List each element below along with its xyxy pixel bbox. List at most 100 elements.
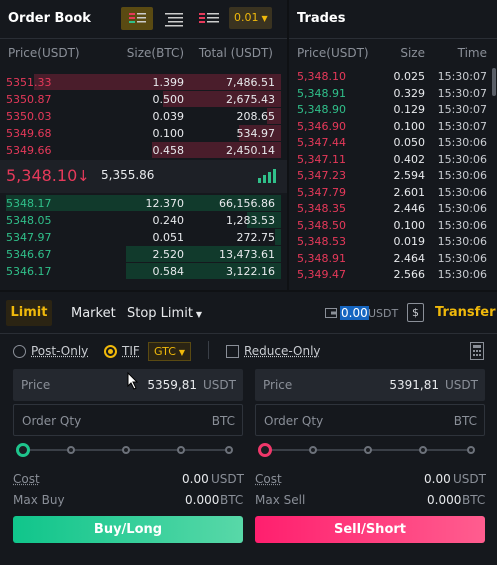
trade-size: 0.025 — [393, 70, 426, 83]
ask-row[interactable]: 5350.87 0.500 2,675.43 — [0, 91, 287, 108]
buy-price-unit: USDT — [203, 378, 236, 392]
book-both-icon — [129, 13, 146, 23]
sell-price-value: 5391,81 — [389, 378, 439, 392]
view-asks-button[interactable] — [195, 7, 225, 30]
view-both-button[interactable] — [121, 7, 153, 30]
slider-mark — [67, 446, 75, 454]
available-balance: 0.00 — [340, 306, 369, 320]
calculator-icon[interactable] — [470, 342, 484, 360]
row-total: 1,283.53 — [226, 214, 275, 227]
tif-select[interactable]: GTC ▼ — [148, 342, 191, 361]
row-total: 534.97 — [236, 127, 276, 140]
trade-row: 5,347.11 0.402 15:30:06 — [289, 152, 497, 168]
max-buy-unit: BTC — [220, 493, 244, 507]
sell-slider-handle[interactable] — [258, 443, 272, 457]
trade-time: 15:30:07 — [437, 86, 487, 100]
max-buy-label: Max Buy — [13, 493, 65, 507]
buy-long-button[interactable]: Buy/Long — [13, 516, 243, 543]
buy-price-value: 5359,81 — [147, 378, 197, 392]
max-buy-value: 0.000 — [185, 493, 220, 507]
slider-mark — [122, 446, 130, 454]
buy-slider-handle[interactable] — [16, 443, 30, 457]
buy-cost-value: 0.00 — [182, 472, 209, 486]
slider-mark — [467, 446, 475, 454]
trade-size: 2.464 — [393, 251, 426, 265]
ask-row[interactable]: 5349.66 0.458 2,450.14 — [0, 142, 287, 159]
order-form: Limit Market Stop Limit ▼ 0.00 USDT $ Tra… — [0, 292, 497, 565]
row-total: 7,486.51 — [226, 76, 275, 89]
buy-qty-label: Order Qty — [22, 414, 82, 428]
ask-row[interactable]: 5351.33 1.399 7,486.51 — [0, 74, 287, 91]
sell-short-button[interactable]: Sell/Short — [255, 516, 485, 543]
bid-row[interactable]: 5347.97 0.051 272.75 — [0, 229, 287, 246]
sell-slider[interactable] — [258, 443, 475, 457]
row-price: 5346.67 — [6, 248, 52, 261]
caret-down-icon: ▼ — [195, 310, 203, 319]
tab-limit[interactable]: Limit — [6, 300, 52, 326]
tab-stop-limit[interactable]: Stop Limit ▼ — [127, 306, 202, 321]
buy-cost-label: Cost — [13, 472, 40, 486]
col-size: Size — [400, 46, 425, 60]
reduce-only-label[interactable]: Reduce-Only — [244, 344, 321, 358]
tif-radio[interactable] — [104, 345, 117, 358]
bid-row[interactable]: 5346.67 2.520 13,473.61 — [0, 246, 287, 263]
bid-row[interactable]: 5348.05 0.240 1,283.53 — [0, 212, 287, 229]
bid-row[interactable]: 5348.17 12.370 66,156.86 — [0, 195, 287, 212]
row-total: 2,450.14 — [226, 144, 275, 157]
row-size: 0.240 — [152, 214, 185, 227]
trade-price: 5,346.90 — [297, 119, 346, 133]
row-price: 5348.05 — [6, 214, 52, 227]
tab-market[interactable]: Market — [71, 306, 116, 321]
scrollbar[interactable] — [492, 68, 496, 96]
row-total: 208.65 — [236, 110, 276, 123]
trade-price: 5,348.91 — [297, 86, 346, 100]
view-bids-button[interactable] — [159, 7, 189, 30]
ask-row[interactable]: 5350.03 0.039 208.65 — [0, 108, 287, 125]
row-size: 0.051 — [152, 231, 185, 244]
trade-size: 0.329 — [393, 86, 426, 100]
trade-price: 5,347.44 — [297, 136, 346, 149]
row-size: 0.458 — [152, 144, 185, 157]
buy-slider[interactable] — [16, 443, 233, 457]
ask-row[interactable]: 5349.68 0.100 534.97 — [0, 125, 287, 142]
trade-price: 5,348.91 — [297, 251, 346, 265]
tif-label[interactable]: TIF — [122, 344, 140, 358]
trade-price: 5,348.10 — [297, 70, 346, 83]
wallet-icon — [325, 308, 337, 318]
trade-row: 5,348.90 0.129 15:30:07 — [289, 102, 497, 118]
last-price-bar: 5,348.10 ↓ 5,355.86 — [0, 160, 287, 193]
sell-qty-unit: BTC — [453, 414, 477, 428]
sell-qty-label: Order Qty — [264, 414, 324, 428]
row-size: 2.520 — [152, 248, 185, 261]
book-bids-icon — [165, 13, 183, 27]
trade-row: 5,348.35 2.446 15:30:06 — [289, 201, 497, 217]
max-sell-unit: BTC — [462, 493, 486, 507]
transfer-link[interactable]: Transfer — [435, 305, 496, 320]
depth-bar — [275, 229, 281, 245]
buy-qty-input[interactable]: Order Qty BTC — [13, 404, 243, 436]
col-size: Size(BTC) — [126, 46, 184, 60]
trades-title: Trades — [297, 11, 346, 26]
tif-value: GTC — [154, 345, 176, 358]
trade-size: 0.019 — [393, 235, 426, 248]
chevron-down-icon: ▼ — [261, 14, 268, 23]
trade-price: 5,347.79 — [297, 185, 346, 199]
row-price: 5350.87 — [6, 93, 52, 106]
dollar-icon[interactable]: $ — [407, 303, 424, 322]
divider — [208, 341, 209, 359]
trade-price: 5,348.53 — [297, 235, 346, 248]
slider-mark — [309, 446, 317, 454]
reduce-only-checkbox[interactable] — [226, 345, 239, 358]
sell-qty-input[interactable]: Order Qty BTC — [255, 404, 485, 436]
trade-size: 2.601 — [393, 185, 426, 199]
trade-time: 15:30:06 — [437, 185, 487, 199]
trade-row: 5,348.53 0.019 15:30:06 — [289, 234, 497, 250]
row-total: 13,473.61 — [219, 248, 275, 261]
row-price: 5347.97 — [6, 231, 52, 244]
precision-select[interactable]: 0.01 ▼ — [229, 7, 272, 29]
bid-row[interactable]: 5346.17 0.584 3,122.16 — [0, 263, 287, 280]
post-only-label[interactable]: Post-Only — [31, 344, 88, 358]
trade-row: 5,348.50 0.100 15:30:06 — [289, 218, 497, 234]
post-only-radio[interactable] — [13, 345, 26, 358]
sell-price-input[interactable]: Price 5391,81 USDT — [255, 369, 485, 401]
